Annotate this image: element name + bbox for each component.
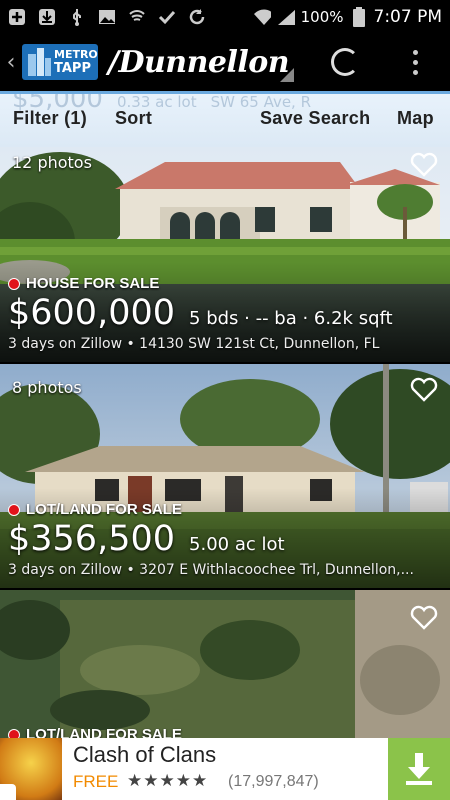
status-label: HOUSE FOR SALE [26,275,160,292]
status-bar: 100% 7:07 PM [0,0,450,33]
rating-stars-icon: ★★★★★ [127,771,209,791]
listing-details: 5.00 ac lot [189,534,285,555]
usb-icon [68,8,86,26]
ad-price: FREE [73,772,119,791]
listing-price: $356,500 [8,519,176,559]
listing-status: HOUSE FOR SALE [8,275,159,292]
listing-status: LOT/LAND FOR SALE [8,726,182,738]
listing-photo [0,590,450,738]
listing-details: 5 bds · -- ba · 6.2k sqft [189,308,393,329]
photo-count: 8 photos [12,378,82,397]
favorite-heart-icon[interactable] [410,376,438,402]
status-dot-icon [8,503,20,516]
sync-icon [188,8,206,26]
price-line: $600,000 5 bds · -- ba · 6.2k sqft [8,293,393,333]
signal-icon [277,8,295,26]
image-icon [98,8,116,26]
favorite-heart-icon[interactable] [410,151,438,177]
listing-status: LOT/LAND FOR SALE [8,501,182,518]
listing-price: $600,000 [8,293,176,333]
check-icon [158,8,176,26]
status-label: LOT/LAND FOR SALE [26,501,182,518]
listing-address: 3 days on Zillow • 3207 E Withlacoochee … [8,562,414,578]
listing-card[interactable]: 8 photos LOT/LAND FOR SALE $356,500 5.00… [0,364,450,588]
metrotapp-logo: METRO TAPP [22,44,98,80]
ad-choices-icon[interactable] [0,784,16,800]
status-label: LOT/LAND FOR SALE [26,726,182,738]
filter-button[interactable]: Filter (1) [13,108,87,129]
city-title: /Dunnellon [108,44,290,80]
add-icon [8,8,26,26]
overflow-menu-icon[interactable] [405,43,425,81]
status-dot-icon [8,277,20,290]
ad-banner[interactable]: Clash of Clans FREE ★★★★★ (17,997,847) [0,738,450,800]
photo-count: 12 photos [12,153,92,172]
download-icon [38,8,56,26]
ad-download-button[interactable] [388,738,450,800]
save-search-button[interactable]: Save Search [260,108,370,129]
app-bar: ‹ METRO TAPP /Dunnellon [0,33,450,91]
status-dot-icon [8,728,20,738]
wifi-icon [253,8,271,26]
shield-icon [128,8,146,26]
city-selector[interactable]: METRO TAPP /Dunnellon [22,44,290,80]
favorite-heart-icon[interactable] [410,604,438,630]
clock: 7:07 PM [373,6,443,27]
logo-text-tapp: TAPP [54,61,91,76]
dropdown-indicator-icon[interactable] [280,68,294,82]
ad-rating-count: (17,997,847) [228,773,319,790]
download-arrow-icon [406,753,432,785]
battery-icon [350,6,368,27]
search-toolbar: $5,000 0.33 ac lot SW 65 Ave, R Filter (1)… [0,91,450,147]
price-line: $356,500 5.00 ac lot [8,519,285,559]
listing-address: 3 days on Zillow • 14130 SW 121st Ct, Du… [8,336,380,352]
logo-text-metro: METRO [54,48,98,61]
sort-button[interactable]: Sort [115,108,152,129]
back-chevron-icon[interactable]: ‹ [0,50,22,75]
building-icon [28,48,51,76]
battery-percent: 100% [300,7,344,26]
listing-card[interactable]: LOT/LAND FOR SALE [0,590,450,738]
ad-title: Clash of Clans [73,742,217,767]
listing-card[interactable]: 12 photos HOUSE FOR SALE $600,000 5 bds … [0,147,450,362]
loading-spinner-icon [331,48,359,76]
map-button[interactable]: Map [397,108,434,129]
